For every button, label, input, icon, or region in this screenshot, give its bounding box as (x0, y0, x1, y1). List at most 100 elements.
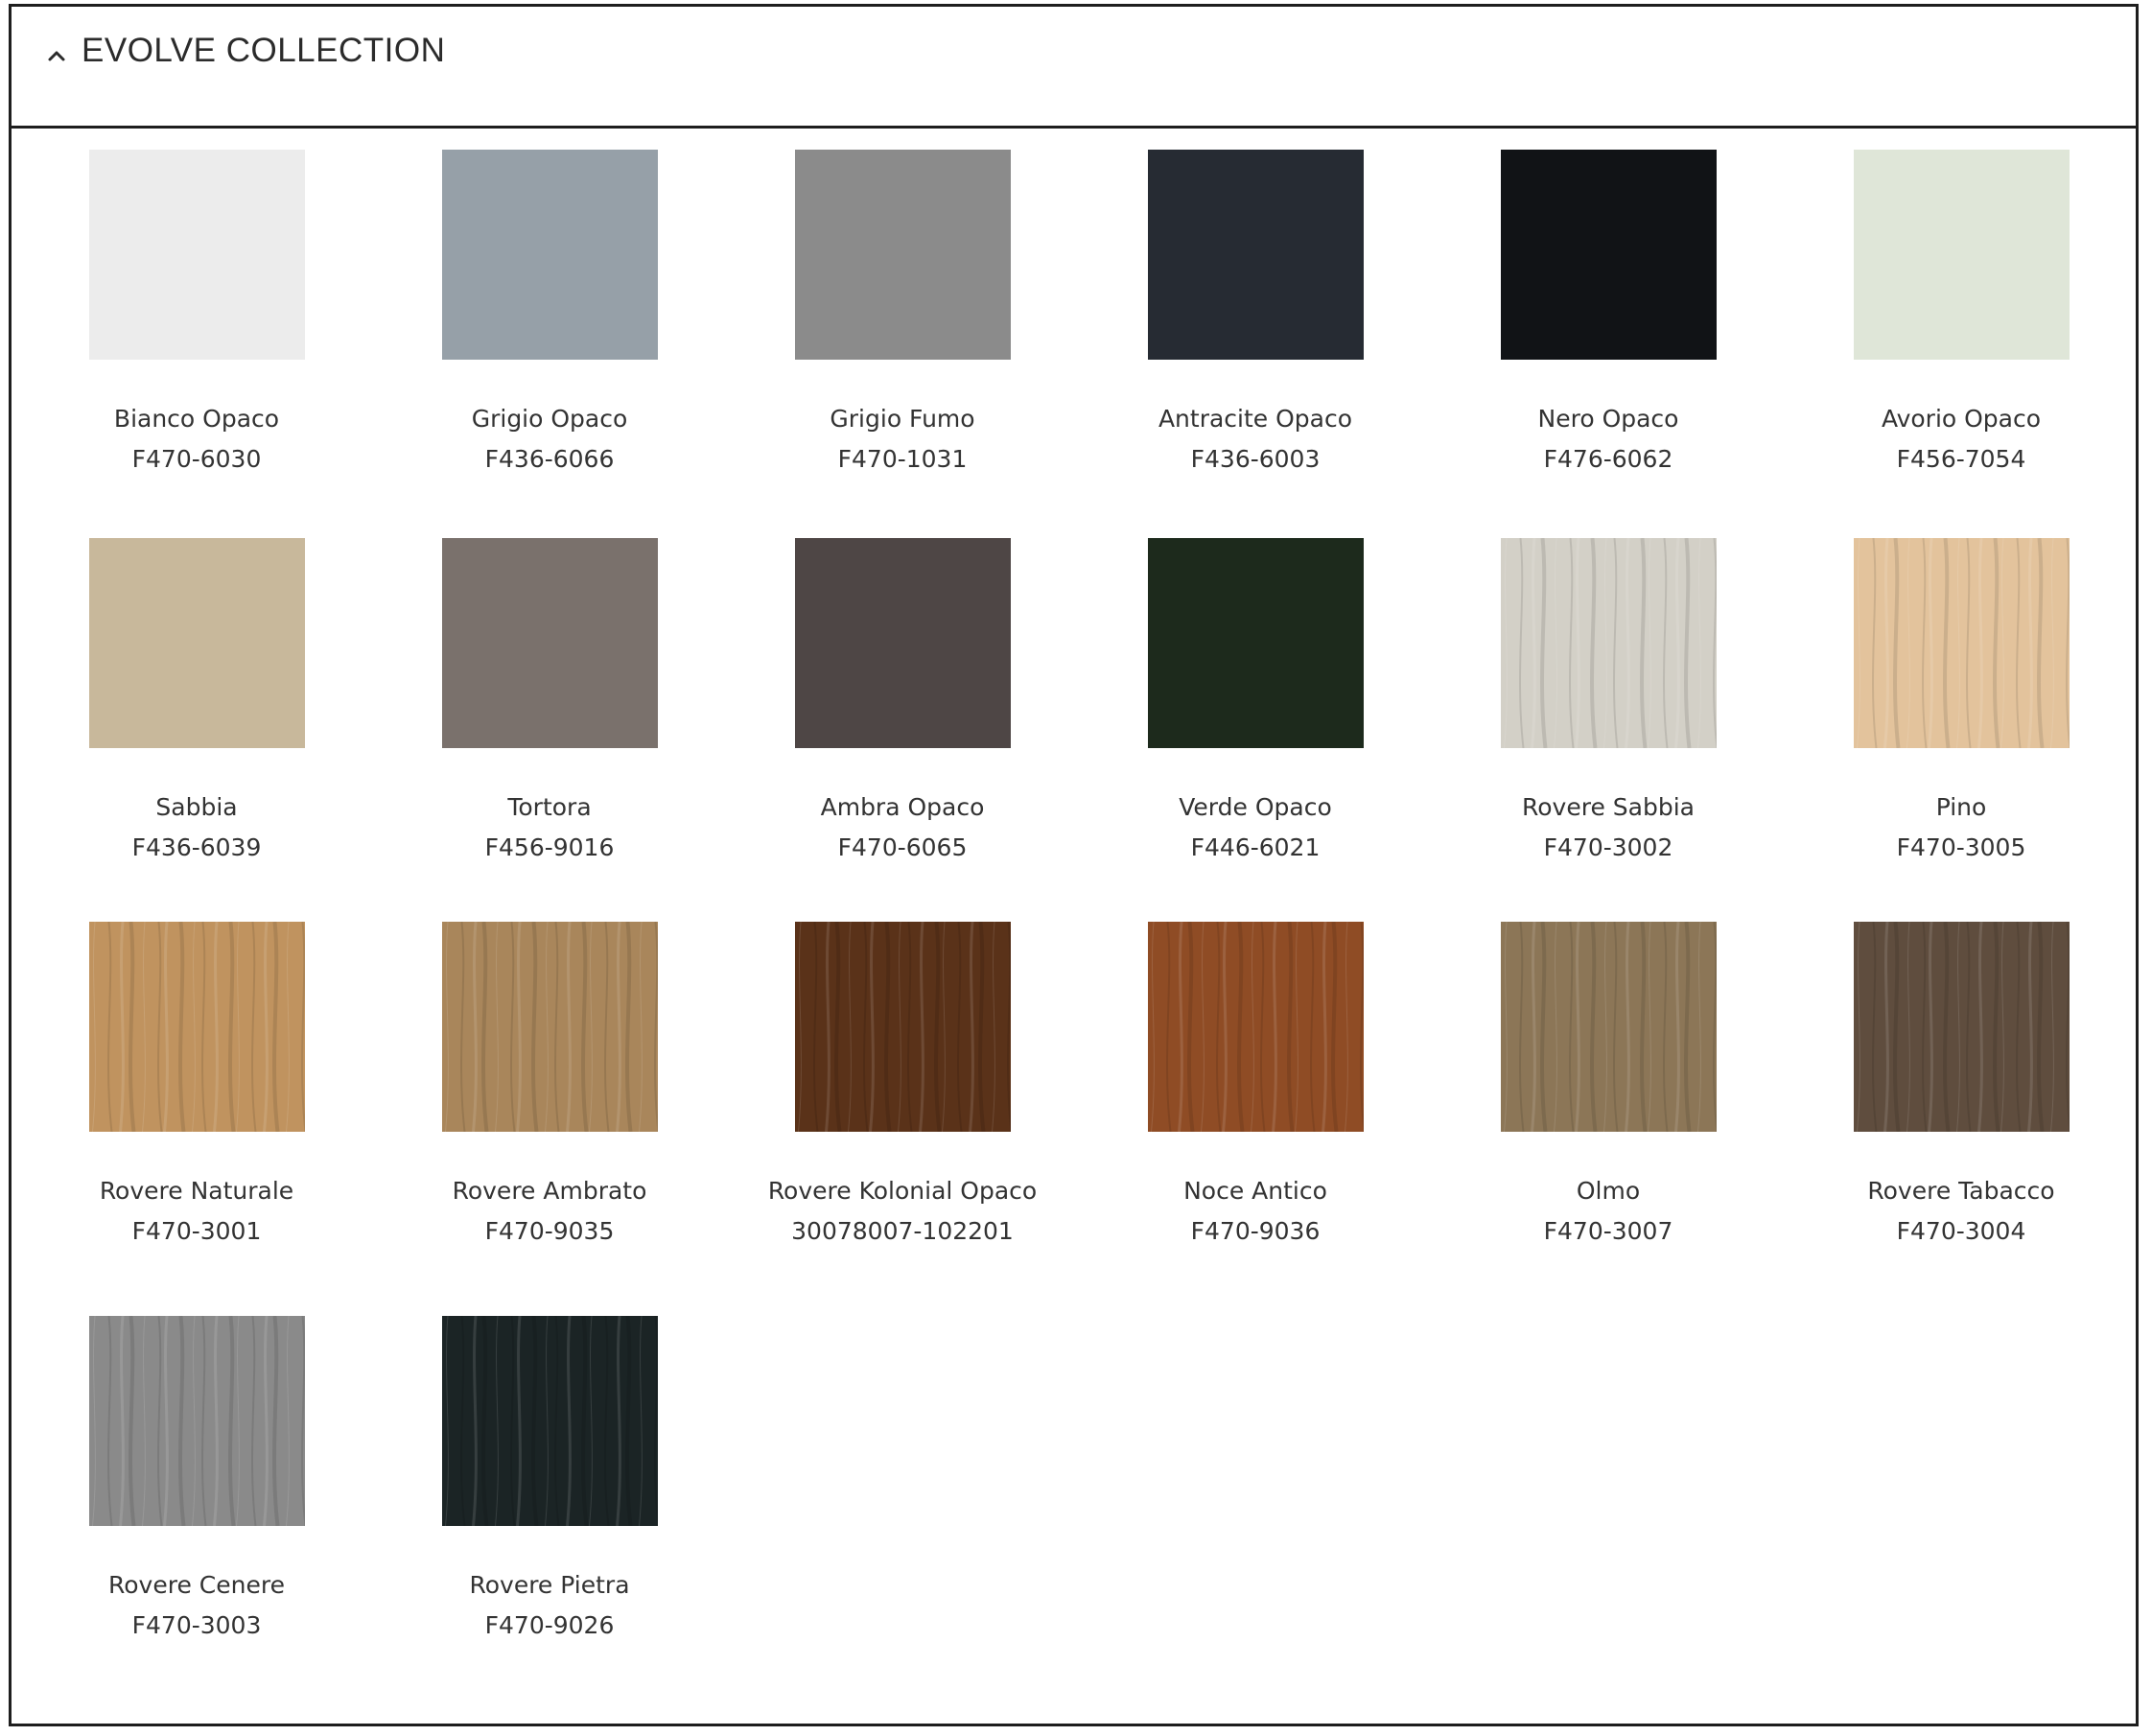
swatch-labels: Olmo F470-3007 (1464, 1171, 1752, 1252)
swatch-code: F436-6039 (131, 833, 262, 861)
swatch-name: Tortora (507, 793, 592, 821)
swatch-image[interactable] (1853, 150, 2070, 360)
swatch-image[interactable] (794, 922, 1011, 1132)
swatch-code: F470-3007 (1543, 1217, 1673, 1245)
swatch-name: Sabbia (155, 793, 238, 821)
swatch-image[interactable] (441, 150, 658, 360)
swatch-labels: Bianco Opaco F470-6030 (53, 399, 340, 480)
swatch-labels: Verde Opaco F446-6021 (1111, 787, 1399, 868)
swatch-card[interactable]: Rovere Pietra F470-9026 (406, 1316, 693, 1639)
swatch-labels: Rovere Pietra F470-9026 (406, 1565, 693, 1646)
swatch-name: Noce Antico (1183, 1177, 1327, 1205)
swatch-labels: Tortora F456-9016 (406, 787, 693, 868)
swatch-image[interactable] (1500, 922, 1717, 1132)
swatch-card[interactable]: Verde Opaco F446-6021 (1111, 538, 1399, 861)
swatch-labels: Antracite Opaco F436-6003 (1111, 399, 1399, 480)
swatch-image[interactable] (441, 1316, 658, 1526)
swatch-labels: Grigio Opaco F436-6066 (406, 399, 693, 480)
swatch-image[interactable] (441, 538, 658, 748)
swatch-card[interactable]: Grigio Fumo F470-1031 (759, 150, 1046, 473)
swatch-name: Rovere Pietra (469, 1571, 630, 1599)
swatch-image[interactable] (1853, 538, 2070, 748)
swatch-card[interactable]: Rovere Kolonial Opaco 30078007-102201 (759, 922, 1046, 1245)
swatch-code: F436-6066 (484, 445, 615, 473)
collection-panel: EVOLVE COLLECTION Bianco Opaco F470-6030 G… (9, 4, 2139, 1726)
swatch-name: Grigio Opaco (471, 405, 628, 433)
swatch-image[interactable] (1147, 538, 1364, 748)
swatch-labels: Grigio Fumo F470-1031 (759, 399, 1046, 480)
swatch-card[interactable]: Bianco Opaco F470-6030 (53, 150, 340, 473)
swatch-card[interactable]: Antracite Opaco F436-6003 (1111, 150, 1399, 473)
swatch-name: Bianco Opaco (113, 405, 280, 433)
swatch-code: F470-9026 (484, 1611, 615, 1639)
swatch-name: Rovere Tabacco (1867, 1177, 2055, 1205)
swatch-card[interactable]: Avorio Opaco F456-7054 (1817, 150, 2105, 473)
swatch-image[interactable] (1147, 150, 1364, 360)
swatch-name: Ambra Opaco (820, 793, 985, 821)
swatch-code: F446-6021 (1190, 833, 1321, 861)
swatch-labels: Ambra Opaco F470-6065 (759, 787, 1046, 868)
swatch-code: F456-7054 (1896, 445, 2026, 473)
swatch-image[interactable] (1500, 538, 1717, 748)
swatch-code: F470-6030 (131, 445, 262, 473)
swatch-name: Rovere Naturale (99, 1177, 294, 1205)
swatch-code: F470-3005 (1896, 833, 2026, 861)
swatch-card[interactable]: Olmo F470-3007 (1464, 922, 1752, 1245)
swatch-code: F470-3001 (131, 1217, 262, 1245)
swatch-image[interactable] (441, 922, 658, 1132)
swatch-code: 30078007-102201 (791, 1217, 1014, 1245)
swatch-name: Rovere Cenere (108, 1571, 285, 1599)
swatch-code: F470-9035 (484, 1217, 615, 1245)
swatch-labels: Sabbia F436-6039 (53, 787, 340, 868)
swatch-code: F476-6062 (1543, 445, 1673, 473)
swatch-image[interactable] (88, 150, 305, 360)
swatch-card[interactable]: Sabbia F436-6039 (53, 538, 340, 861)
swatch-labels: Rovere Cenere F470-3003 (53, 1565, 340, 1646)
swatch-grid: Bianco Opaco F470-6030 Grigio Opaco F436-60… (12, 7, 2136, 1724)
swatch-card[interactable]: Grigio Opaco F436-6066 (406, 150, 693, 473)
swatch-code: F470-3002 (1543, 833, 1673, 861)
swatch-name: Avorio Opaco (1881, 405, 2042, 433)
swatch-name: Rovere Ambrato (452, 1177, 647, 1205)
swatch-labels: Rovere Sabbia F470-3002 (1464, 787, 1752, 868)
swatch-labels: Noce Antico F470-9036 (1111, 1171, 1399, 1252)
swatch-labels: Rovere Ambrato F470-9035 (406, 1171, 693, 1252)
swatch-code: F470-6065 (837, 833, 968, 861)
swatch-name: Rovere Sabbia (1522, 793, 1695, 821)
swatch-image[interactable] (88, 922, 305, 1132)
swatch-name: Grigio Fumo (830, 405, 975, 433)
swatch-code: F470-3003 (131, 1611, 262, 1639)
swatch-code: F436-6003 (1190, 445, 1321, 473)
swatch-labels: Rovere Naturale F470-3001 (53, 1171, 340, 1252)
swatch-image[interactable] (1147, 922, 1364, 1132)
swatch-name: Rovere Kolonial Opaco (767, 1177, 1038, 1205)
swatch-card[interactable]: Rovere Ambrato F470-9035 (406, 922, 693, 1245)
swatch-card[interactable]: Rovere Sabbia F470-3002 (1464, 538, 1752, 861)
swatch-labels: Pino F470-3005 (1817, 787, 2105, 868)
swatch-image[interactable] (794, 150, 1011, 360)
swatch-name: Olmo (1576, 1177, 1641, 1205)
swatch-code: F470-1031 (837, 445, 968, 473)
swatch-card[interactable]: Noce Antico F470-9036 (1111, 922, 1399, 1245)
swatch-image[interactable] (1853, 922, 2070, 1132)
swatch-labels: Nero Opaco F476-6062 (1464, 399, 1752, 480)
swatch-card[interactable]: Rovere Tabacco F470-3004 (1817, 922, 2105, 1245)
swatch-labels: Avorio Opaco F456-7054 (1817, 399, 2105, 480)
swatch-card[interactable]: Ambra Opaco F470-6065 (759, 538, 1046, 861)
swatch-image[interactable] (1500, 150, 1717, 360)
swatch-image[interactable] (794, 538, 1011, 748)
swatch-labels: Rovere Kolonial Opaco 30078007-102201 (759, 1171, 1046, 1252)
swatch-labels: Rovere Tabacco F470-3004 (1817, 1171, 2105, 1252)
swatch-card[interactable]: Rovere Naturale F470-3001 (53, 922, 340, 1245)
swatch-code: F470-3004 (1896, 1217, 2026, 1245)
swatch-image[interactable] (88, 1316, 305, 1526)
swatch-card[interactable]: Rovere Cenere F470-3003 (53, 1316, 340, 1639)
swatch-image[interactable] (88, 538, 305, 748)
swatch-name: Pino (1935, 793, 1987, 821)
swatch-code: F456-9016 (484, 833, 615, 861)
swatch-name: Verde Opaco (1179, 793, 1332, 821)
swatch-code: F470-9036 (1190, 1217, 1321, 1245)
swatch-card[interactable]: Pino F470-3005 (1817, 538, 2105, 861)
swatch-card[interactable]: Tortora F456-9016 (406, 538, 693, 861)
swatch-card[interactable]: Nero Opaco F476-6062 (1464, 150, 1752, 473)
